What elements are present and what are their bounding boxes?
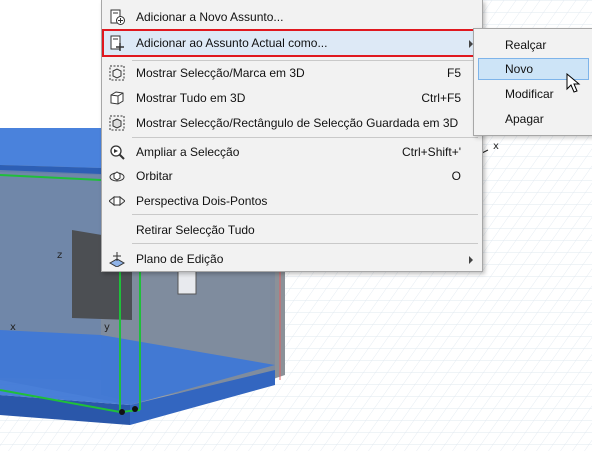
submenu-item-label: Novo — [505, 62, 534, 76]
two-point-perspective-icon — [108, 193, 126, 209]
menu-item-shortcut: F5 — [446, 66, 461, 80]
show-selection-3d-icon — [109, 65, 125, 81]
menu-separator — [132, 243, 478, 244]
menu-separator — [132, 137, 478, 138]
axis-label-y: y — [104, 322, 110, 333]
add-to-current-issue-icon — [109, 35, 125, 51]
menu-item-zoom-selection[interactable]: Ampliar a Selecção Ctrl+Shift+' — [103, 140, 481, 164]
menu-item-label: Plano de Edição — [136, 252, 224, 266]
menu-item-editing-plane[interactable]: Plano de Edição — [103, 247, 481, 271]
menu-item-add-new-issue[interactable]: Adicionar a Novo Assunto... — [103, 5, 481, 29]
menu-item-label: Mostrar Tudo em 3D — [136, 91, 246, 105]
menu-item-label: Retirar Selecção Tudo — [136, 223, 255, 237]
show-all-3d-icon — [109, 90, 125, 106]
context-menu: Adicionar a Novo Assunto... Adicionar ao… — [101, 0, 483, 272]
orbit-icon — [109, 168, 125, 184]
menu-item-shortcut: O — [451, 169, 461, 183]
submenu-item-label: Apagar — [505, 112, 544, 126]
menu-item-show-selection-3d[interactable]: Mostrar Selecção/Marca em 3D F5 — [103, 61, 481, 85]
zoom-selection-icon — [109, 144, 125, 160]
menu-item-label: Mostrar Selecção/Marca em 3D — [136, 66, 305, 80]
submenu-arrow-icon — [469, 256, 473, 264]
menu-item-label: Adicionar a Novo Assunto... — [136, 10, 284, 24]
submenu-item-highlight[interactable]: Realçar — [478, 34, 589, 56]
show-marquee-3d-icon — [109, 115, 125, 131]
menu-item-label: Perspectiva Dois-Pontos — [136, 194, 268, 208]
menu-item-deselect-all[interactable]: Retirar Selecção Tudo — [103, 218, 481, 242]
menu-item-label: Mostrar Selecção/Rectângulo de Selecção … — [136, 116, 459, 130]
menu-item-add-current-issue[interactable]: Adicionar ao Assunto Actual como... — [103, 31, 481, 55]
axis-label-x: x — [10, 322, 16, 333]
menu-separator — [132, 214, 478, 215]
submenu-item-label: Realçar — [505, 38, 547, 52]
menu-item-show-all-3d[interactable]: Mostrar Tudo em 3D Ctrl+F5 — [103, 86, 481, 110]
submenu-item-delete[interactable]: Apagar — [478, 108, 589, 130]
menu-item-label: Orbitar — [136, 169, 173, 183]
axis-label-x-right: x — [493, 141, 499, 152]
menu-item-label: Ampliar a Selecção — [136, 145, 240, 159]
menu-item-orbit[interactable]: Orbitar O — [103, 164, 481, 188]
menu-item-shortcut: Ctrl+F5 — [421, 91, 461, 105]
menu-item-shortcut: Ctrl+Shift+' — [402, 145, 461, 159]
menu-item-show-marquee-3d[interactable]: Mostrar Selecção/Rectângulo de Selecção … — [103, 111, 481, 135]
menu-item-two-point-perspective[interactable]: Perspectiva Dois-Pontos — [103, 189, 481, 213]
axis-label-z: z — [57, 250, 63, 261]
mouse-cursor-icon — [566, 73, 581, 93]
menu-item-label: Adicionar ao Assunto Actual como... — [136, 36, 328, 50]
add-to-issue-icon — [109, 9, 125, 25]
editing-plane-icon — [108, 251, 126, 268]
submenu-item-label: Modificar — [505, 87, 554, 101]
